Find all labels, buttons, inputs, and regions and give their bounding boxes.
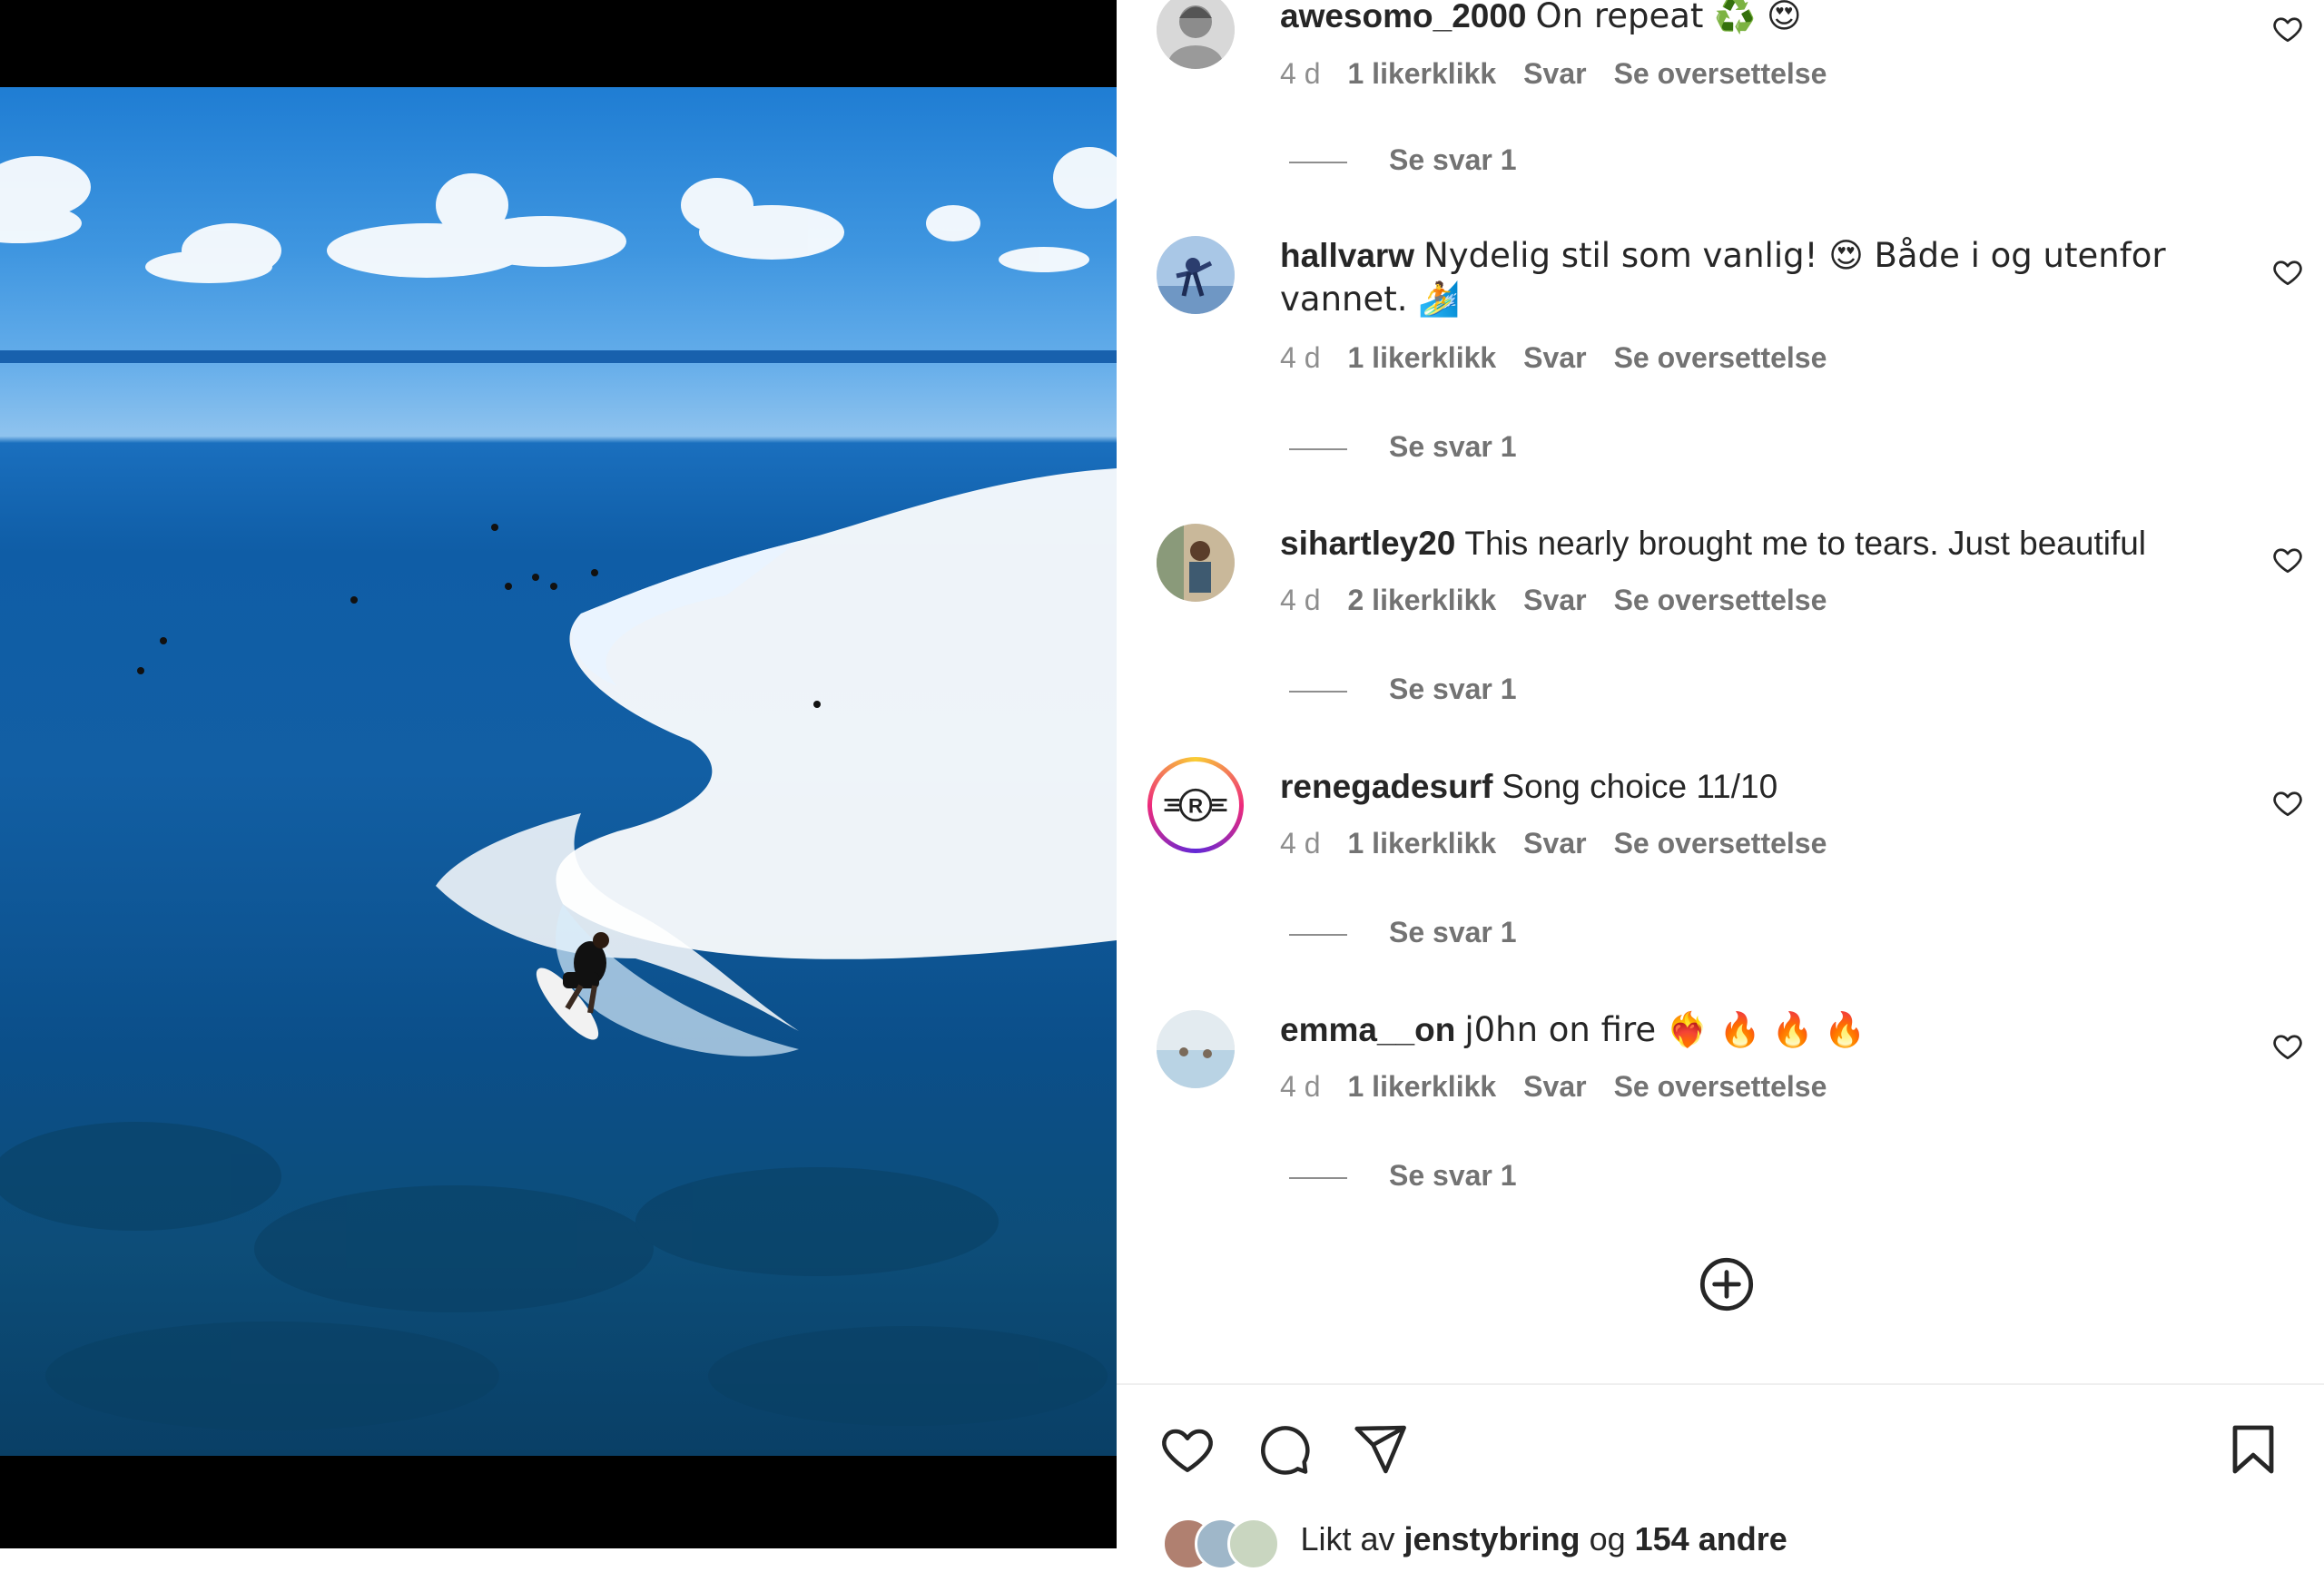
heart-outline-icon [2273,1035,2302,1060]
reply-button[interactable]: Svar [1523,57,1586,90]
reply-button[interactable]: Svar [1523,1070,1586,1103]
comment-likes[interactable]: 1 likerklikk [1347,1070,1496,1103]
comment-username[interactable]: awesomo_2000 [1280,0,1527,34]
avatar[interactable] [1157,236,1235,314]
comment-username[interactable]: renegadesurf [1280,768,1492,805]
comment-likes[interactable]: 1 likerklikk [1347,57,1496,90]
replies-line [1289,447,1347,450]
replies-line [1289,1176,1347,1179]
renegade-logo: R [1164,788,1227,822]
replies-line [1289,161,1347,163]
comment-button[interactable] [1255,1420,1313,1479]
comment-likes[interactable]: 2 likerklikk [1347,584,1496,616]
post-media[interactable] [0,0,1117,1548]
comment-meta: 4 d 1 likerklikk Svar Se oversettelse [1280,57,1854,91]
view-replies-label: Se svar 1 [1389,916,1517,948]
liked-by-user[interactable]: jenstybring [1404,1520,1581,1557]
comment-text: awesomo_2000 On repeat ♻️ 😍 [1280,0,2188,38]
view-replies-label: Se svar 1 [1389,430,1517,463]
svg-text:R: R [1188,794,1203,817]
comment-time[interactable]: 4 d [1280,584,1320,616]
heart-outline-icon [2273,548,2302,574]
translate-button[interactable]: Se oversettelse [1614,1070,1827,1103]
heart-outline-icon [2273,260,2302,286]
surf-video-image [0,147,1117,1430]
comment-username[interactable]: sihartley20 [1280,525,1455,562]
view-replies-button[interactable]: Se svar 1 [1289,1159,1517,1193]
reply-button[interactable]: Svar [1523,827,1586,860]
view-replies-button[interactable]: Se svar 1 [1289,673,1517,706]
liked-by-text: Likt av jenstybring og 154 andre [1300,1518,1787,1561]
comment-meta: 4 d 2 likerklikk Svar Se oversettelse [1280,584,1854,617]
comment-meta: 4 d 1 likerklikk Svar Se oversettelse [1280,1070,1854,1104]
comment-body: On repeat ♻️ 😍 [1535,0,1802,35]
replies-line [1289,690,1347,693]
view-replies-button[interactable]: Se svar 1 [1289,143,1517,177]
load-more-comments-button[interactable] [1698,1255,1756,1313]
avatar[interactable]: R [1147,757,1244,853]
view-replies-label: Se svar 1 [1389,673,1517,705]
comment-username[interactable]: emma__on [1280,1011,1455,1048]
speech-bubble-icon [1261,1426,1310,1475]
comment-meta: 4 d 1 likerklikk Svar Se oversettelse [1280,827,1854,860]
comments-panel: awesomo_2000 On repeat ♻️ 😍 4 d 1 likerkli… [1117,0,2324,1570]
view-replies-button[interactable]: Se svar 1 [1289,916,1517,949]
liked-by-others[interactable]: 154 andre [1635,1520,1787,1557]
translate-button[interactable]: Se oversettelse [1614,827,1827,860]
view-replies-label: Se svar 1 [1389,143,1517,176]
comment-time[interactable]: 4 d [1280,341,1320,374]
video-frame[interactable] [0,87,1117,1456]
heart-icon [1162,1429,1213,1472]
save-button[interactable] [2224,1420,2282,1479]
comment-like-button[interactable] [2271,13,2304,45]
share-button[interactable] [1351,1420,1409,1479]
comment-like-button[interactable] [2271,256,2304,289]
actions-divider [1117,1383,2324,1385]
liker-avatar [1227,1518,1280,1570]
translate-button[interactable]: Se oversettelse [1614,341,1827,374]
translate-button[interactable]: Se oversettelse [1614,584,1827,616]
comment-time[interactable]: 4 d [1280,1070,1320,1103]
comment-like-button[interactable] [2271,1030,2304,1063]
reply-button[interactable]: Svar [1523,584,1586,616]
comment-like-button[interactable] [2271,544,2304,576]
comment-meta: 4 d 1 likerklikk Svar Se oversettelse [1280,341,1854,375]
comment-text: renegadesurf Song choice 11/10 [1280,765,2188,809]
liked-by-connector: og [1589,1520,1626,1557]
view-replies-button[interactable]: Se svar 1 [1289,430,1517,464]
like-button[interactable] [1158,1420,1216,1479]
heart-outline-icon [2273,17,2302,43]
comment-body: j0hn on fire ❤️‍🔥 🔥 🔥 🔥 [1464,1010,1866,1049]
plus-circle-icon [1699,1257,1754,1312]
translate-button[interactable]: Se oversettelse [1614,57,1827,90]
comment-like-button[interactable] [2271,787,2304,820]
replies-line [1289,933,1347,936]
avatar[interactable] [1157,0,1235,69]
comment-time[interactable]: 4 d [1280,57,1320,90]
avatar[interactable] [1157,1010,1235,1088]
comment-text: hallvarw Nydelig stil som vanlig! 😍 Både … [1280,234,2188,321]
comment-likes[interactable]: 1 likerklikk [1347,341,1496,374]
avatar[interactable] [1157,524,1235,602]
comment-time[interactable]: 4 d [1280,827,1320,860]
liked-by-prefix: Likt av [1300,1520,1395,1557]
paper-plane-icon [1354,1425,1406,1474]
comment-body: Song choice 11/10 [1502,768,1778,805]
comment-text: emma__on j0hn on fire ❤️‍🔥 🔥 🔥 🔥 [1280,1008,2188,1052]
reply-button[interactable]: Svar [1523,341,1586,374]
comment-body: This nearly brought me to tears. Just be… [1464,525,2147,562]
comment-likes[interactable]: 1 likerklikk [1347,827,1496,860]
comment-username[interactable]: hallvarw [1280,237,1414,274]
liked-by[interactable]: Likt av jenstybring og 154 andre [1162,1518,1787,1572]
bookmark-icon [2232,1425,2274,1474]
comment-text: sihartley20 This nearly brought me to tea… [1280,522,2188,565]
heart-outline-icon [2273,791,2302,817]
view-replies-label: Se svar 1 [1389,1159,1517,1192]
